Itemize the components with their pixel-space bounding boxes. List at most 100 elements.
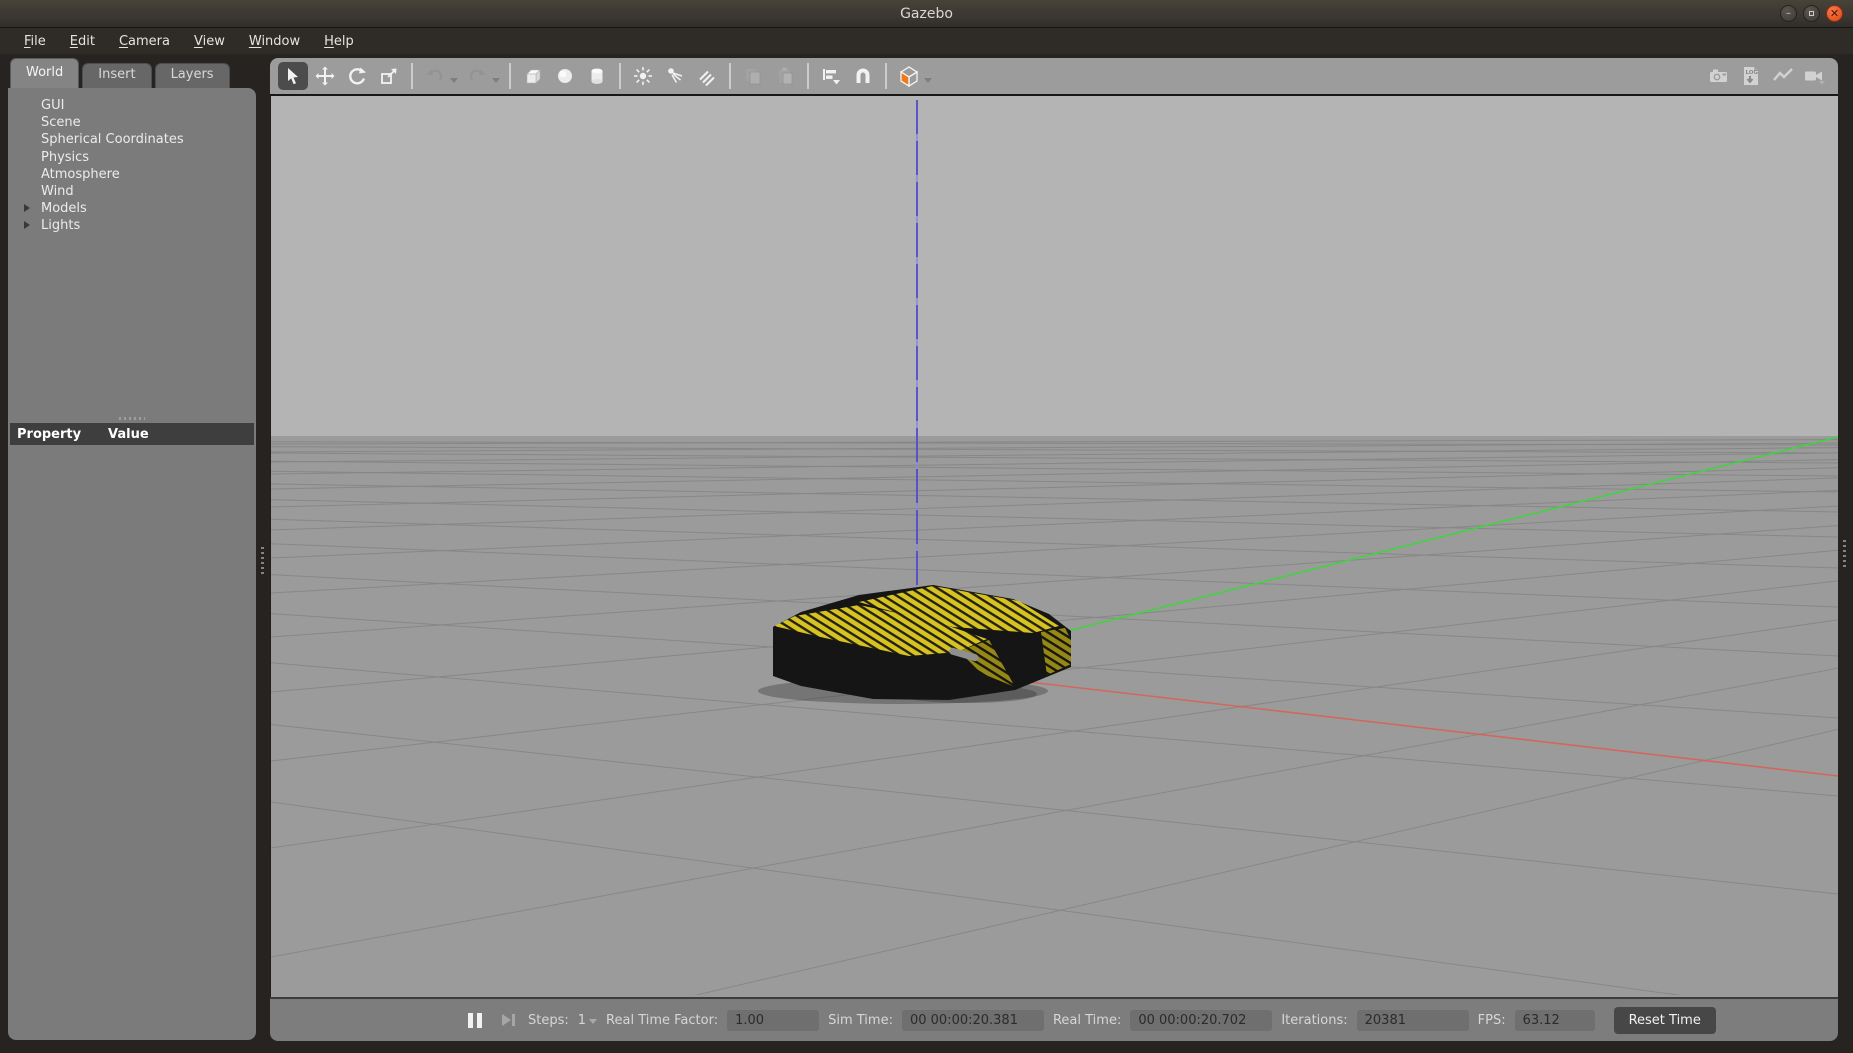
video-camera-icon [1803,66,1827,86]
menu-view[interactable]: View [182,31,237,52]
toolbar-separator [807,63,809,89]
right-splitter-handle[interactable] [1843,540,1846,570]
view-angle-cube-icon [897,64,921,88]
tree-item-models[interactable]: Models [8,200,256,217]
toolbar-separator [619,63,621,89]
undo-button[interactable] [420,62,450,90]
align-button[interactable] [816,62,846,90]
move-icon [315,66,335,86]
main-area: LOG [270,58,1838,1041]
directional-light-button[interactable] [692,62,722,90]
step-button[interactable] [499,1011,519,1029]
insert-box-button[interactable] [518,62,548,90]
fps-value: 63.12 [1515,1010,1595,1031]
paste-icon [775,66,795,86]
ground-grid [271,440,1838,995]
tab-world[interactable]: World [10,58,79,88]
sim-time-label: Sim Time: [828,1013,893,1028]
tab-insert[interactable]: Insert [82,63,151,88]
panel-tabs: WorldInsertLayers [8,58,256,88]
select-tool-button[interactable] [278,62,308,90]
menu-file[interactable]: File [12,31,58,52]
render-viewport[interactable] [270,96,1838,997]
pause-button[interactable] [468,1013,482,1028]
property-table-header: Property Value [10,423,254,445]
snap-button[interactable] [848,62,878,90]
scale-tool-button[interactable] [374,62,404,90]
directional-light-icon [697,66,717,86]
minimize-icon[interactable]: – [1780,5,1797,22]
robot-model[interactable] [758,585,1071,704]
redo-icon [467,66,487,86]
left-panel: WorldInsertLayers GUISceneSpherical Coor… [8,58,256,1040]
world-tree: GUISceneSpherical CoordinatesPhysicsAtmo… [8,88,256,414]
steps-label: Steps: [528,1013,569,1028]
tree-item-physics[interactable]: Physics [8,149,256,166]
expander-arrow-icon[interactable] [24,221,30,229]
sphere-icon [555,66,575,86]
point-light-icon [633,66,653,86]
reset-time-button[interactable]: Reset Time [1614,1007,1716,1034]
tree-item-lights[interactable]: Lights [8,217,256,234]
paste-button[interactable] [770,62,800,90]
scale-icon [379,66,399,86]
toolbar-separator [885,63,887,89]
tree-item-gui[interactable]: GUI [8,97,256,114]
redo-button[interactable] [462,62,492,90]
spot-light-icon [665,66,685,86]
point-light-button[interactable] [628,62,658,90]
rtf-label: Real Time Factor: [606,1013,718,1028]
close-icon[interactable]: ✕ [1826,5,1843,22]
steps-spinner[interactable]: 1 [578,1013,597,1028]
scene-3d [271,96,1838,995]
view-angle-button[interactable] [894,62,924,90]
panel-splitter-handle[interactable] [8,414,256,423]
align-icon [821,66,841,86]
rotate-tool-button[interactable] [342,62,372,90]
arrow-cursor-icon [283,66,303,86]
steps-caret-icon [589,1019,597,1024]
menu-window[interactable]: Window [237,31,312,52]
tree-item-spherical-coordinates[interactable]: Spherical Coordinates [8,131,256,148]
undo-history-dropdown[interactable] [450,78,458,83]
view-angle-dropdown[interactable] [924,78,932,83]
data-logger-button[interactable]: LOG [1736,62,1766,90]
left-splitter-handle[interactable] [261,547,264,577]
tree-item-scene[interactable]: Scene [8,114,256,131]
window-title: Gazebo [900,6,953,22]
toolbar-separator [509,63,511,89]
property-column-header: Property [10,427,108,442]
insert-cylinder-button[interactable] [582,62,612,90]
camera-icon [1708,66,1730,86]
iterations-label: Iterations: [1281,1013,1347,1028]
spot-light-button[interactable] [660,62,690,90]
tree-item-wind[interactable]: Wind [8,183,256,200]
x-axis-line [917,669,1838,776]
copy-button[interactable] [738,62,768,90]
real-time-value: 00 00:00:20.702 [1130,1010,1272,1031]
screenshot-button[interactable] [1704,62,1734,90]
rtf-value: 1.00 [727,1010,819,1031]
tab-layers[interactable]: Layers [155,63,230,88]
render-toolbar: LOG [270,58,1838,96]
title-bar[interactable]: Gazebo – ✕ [0,0,1853,28]
cylinder-icon [587,66,607,86]
maximize-icon[interactable] [1803,5,1820,22]
plot-button[interactable] [1768,62,1798,90]
undo-icon [425,66,445,86]
redo-history-dropdown[interactable] [492,78,500,83]
value-column-header: Value [108,427,149,442]
insert-sphere-button[interactable] [550,62,580,90]
translate-tool-button[interactable] [310,62,340,90]
menu-help[interactable]: Help [312,31,366,52]
property-table-body [8,445,256,1040]
menu-camera[interactable]: Camera [107,31,182,52]
simulation-status-bar: Steps: 1 Real Time Factor: 1.00 Sim Time… [270,997,1838,1041]
tree-item-atmosphere[interactable]: Atmosphere [8,166,256,183]
video-record-button[interactable] [1800,62,1830,90]
expander-arrow-icon[interactable] [24,204,30,212]
toolbar-separator [729,63,731,89]
menu-edit[interactable]: Edit [58,31,107,52]
sim-time-value: 00 00:00:20.381 [902,1010,1044,1031]
log-file-icon: LOG [1740,65,1762,87]
